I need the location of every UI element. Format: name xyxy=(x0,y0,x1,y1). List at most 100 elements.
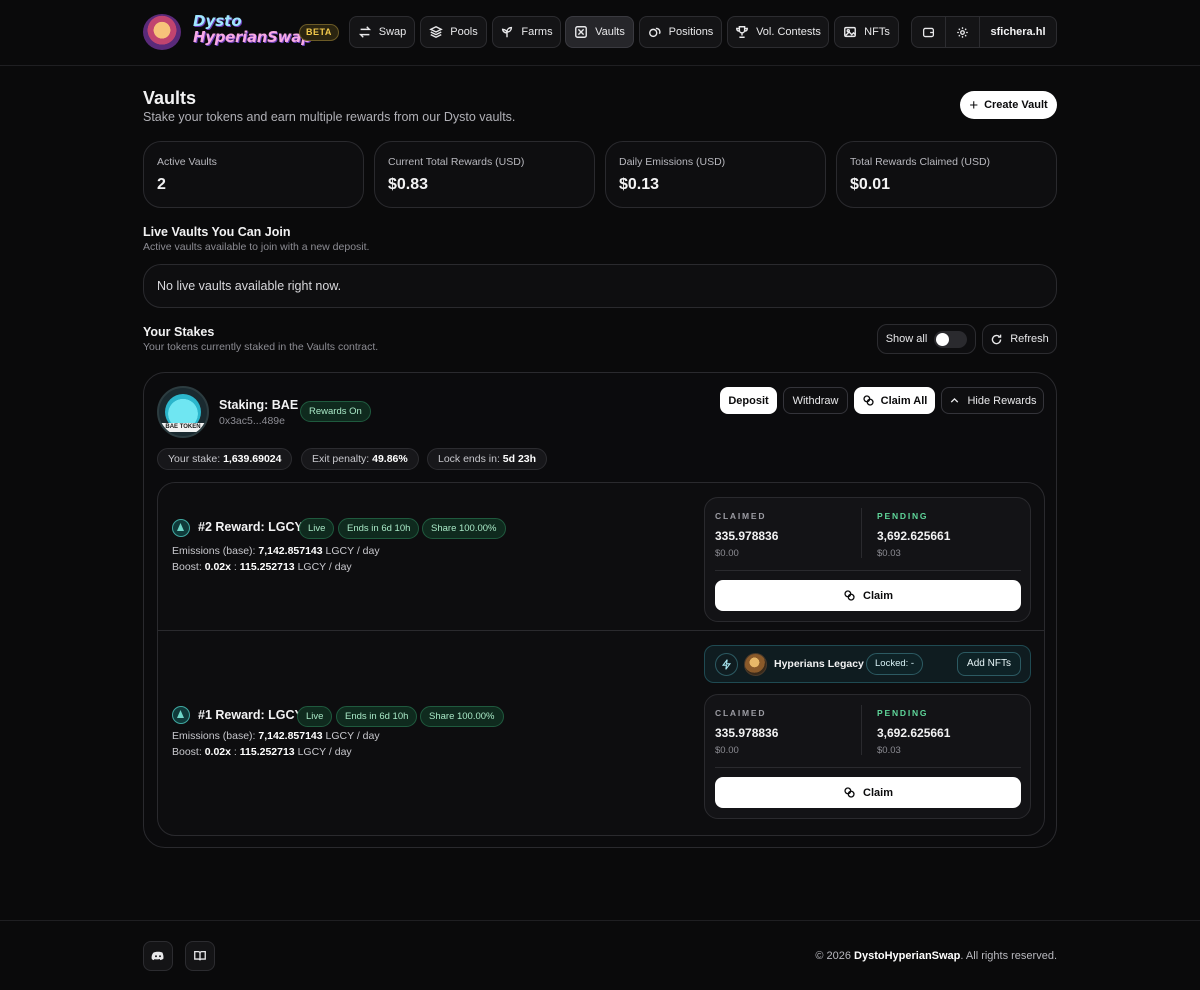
your-stakes-title: Your Stakes xyxy=(143,325,215,339)
boost-line: Boost: 0.02x : 115.252713 LGCY / day xyxy=(172,561,352,573)
create-vault-button[interactable]: + Create Vault xyxy=(960,91,1057,119)
nav-vol-contests[interactable]: Vol. Contests xyxy=(727,16,829,48)
emissions-value: 7,142.857143 xyxy=(258,545,323,557)
lightning-icon xyxy=(715,653,738,676)
docs-button[interactable] xyxy=(185,941,215,971)
pending-label: PENDING xyxy=(877,708,929,718)
footer: © 2026 DystoHyperianSwap. All rights res… xyxy=(0,920,1200,990)
claim-label: Claim xyxy=(863,786,893,799)
claim-button[interactable]: Claim xyxy=(715,580,1021,611)
claimed-usd: $0.00 xyxy=(715,548,739,559)
live-vaults-title: Live Vaults You Can Join xyxy=(143,225,291,239)
hide-rewards-label: Hide Rewards xyxy=(967,394,1037,407)
add-nfts-button[interactable]: Add NFTs xyxy=(957,652,1021,676)
pending-value: 3,692.625661 xyxy=(877,726,951,740)
wallet-button[interactable] xyxy=(912,17,946,47)
settings-button[interactable] xyxy=(946,17,980,47)
nav-positions-label: Positions xyxy=(668,26,714,38)
stat-card-total-claimed: Total Rewards Claimed (USD) $0.01 xyxy=(836,141,1057,208)
nav-farms[interactable]: Farms xyxy=(492,16,561,48)
rewards-on-badge: Rewards On xyxy=(300,401,371,422)
deposit-button[interactable]: Deposit xyxy=(720,387,777,414)
stat-card-current-rewards: Current Total Rewards (USD) $0.83 xyxy=(374,141,595,208)
stake-address[interactable]: 0x3ac5...489e xyxy=(219,415,285,427)
claim-button[interactable]: Claim xyxy=(715,777,1021,808)
share-badge: Share 100.00% xyxy=(422,518,506,539)
stat-value: $0.83 xyxy=(388,176,429,193)
nav-pools[interactable]: Pools xyxy=(420,16,487,48)
nav-positions[interactable]: Positions xyxy=(639,16,722,48)
coins-icon xyxy=(648,27,661,38)
discord-icon xyxy=(151,951,164,961)
refresh-label: Refresh xyxy=(1010,333,1049,345)
pending-value: 3,692.625661 xyxy=(877,529,951,543)
refresh-button[interactable]: Refresh xyxy=(982,324,1057,354)
reward-title: #2 Reward: LGCY xyxy=(198,520,303,534)
toggle-knob xyxy=(936,332,950,346)
your-stakes-subtitle: Your tokens currently staked in the Vaul… xyxy=(143,341,379,353)
claimed-usd: $0.00 xyxy=(715,745,739,756)
hide-rewards-button[interactable]: Hide Rewards xyxy=(941,387,1044,414)
page-subtitle: Stake your tokens and earn multiple rewa… xyxy=(143,110,516,124)
copyright-brand: DystoHyperianSwap xyxy=(854,950,961,962)
divider xyxy=(861,705,862,755)
emissions-unit: LGCY / day xyxy=(325,730,380,742)
withdraw-button[interactable]: Withdraw xyxy=(783,387,848,414)
claimed-label: CLAIMED xyxy=(715,511,767,521)
claim-panel: CLAIMED 335.978836 $0.00 PENDING 3,692.6… xyxy=(704,497,1031,622)
stat-label: Current Total Rewards (USD) xyxy=(388,156,525,168)
live-badge: Live xyxy=(299,518,335,539)
show-all-toggle[interactable]: Show all xyxy=(877,324,976,354)
boost-line: Boost: 0.02x : 115.252713 LGCY / day xyxy=(172,746,352,758)
account-group: sfichera.hl xyxy=(911,16,1057,48)
stake-label: Your stake: xyxy=(168,453,221,465)
brand-logo[interactable] xyxy=(143,14,181,50)
brand-line-1: Dysto xyxy=(193,12,242,30)
stat-card-daily-emissions: Daily Emissions (USD) $0.13 xyxy=(605,141,826,208)
copyright-suffix: . All rights reserved. xyxy=(960,950,1057,962)
live-vaults-empty: No live vaults available right now. xyxy=(143,264,1057,308)
account-name[interactable]: sfichera.hl xyxy=(980,17,1056,47)
boost-label: Boost: xyxy=(172,561,202,573)
nav-swap[interactable]: Swap xyxy=(349,16,415,48)
boost-value: 115.252713 xyxy=(239,746,295,758)
stat-label: Daily Emissions (USD) xyxy=(619,156,726,168)
top-nav: Dysto HyperianSwap BETA Swap Pools Farms… xyxy=(0,0,1200,66)
nav-nfts[interactable]: NFTs xyxy=(834,16,899,48)
pending-label: PENDING xyxy=(877,511,929,521)
stat-value: $0.01 xyxy=(850,176,891,193)
claim-all-button[interactable]: Claim All xyxy=(854,387,935,414)
coins-icon xyxy=(844,787,855,798)
lock-label: Lock ends in: xyxy=(438,453,500,465)
trophy-icon xyxy=(736,26,749,38)
wallet-icon xyxy=(922,27,935,37)
claim-all-label: Claim All xyxy=(880,394,928,407)
share-badge: Share 100.00% xyxy=(420,706,504,727)
claimed-value: 335.978836 xyxy=(715,529,779,543)
lgcy-token-icon xyxy=(172,706,190,724)
reward-row: #1 Reward: LGCY Live Ends in 6d 10h Shar… xyxy=(158,631,1044,835)
nav-vaults[interactable]: Vaults xyxy=(565,16,634,48)
claim-panel: CLAIMED 335.978836 $0.00 PENDING 3,692.6… xyxy=(704,694,1031,819)
divider xyxy=(715,570,1021,571)
pending-usd: $0.03 xyxy=(877,745,901,756)
toggle-switch[interactable] xyxy=(934,330,968,348)
rewards-list: #2 Reward: LGCY Live Ends in 6d 10h Shar… xyxy=(157,482,1045,836)
penalty-label: Exit penalty: xyxy=(312,453,370,465)
sprout-icon xyxy=(502,26,513,38)
token-tag: BAE TOKEN xyxy=(161,423,205,432)
locked-badge: Locked: - xyxy=(866,653,924,675)
page-title: Vaults xyxy=(143,88,197,108)
ends-badge: Ends in 6d 10h xyxy=(338,518,420,539)
boost-separator: : xyxy=(233,746,237,758)
lgcy-token-icon xyxy=(172,519,190,537)
bae-token-avatar: BAE TOKEN xyxy=(157,386,209,438)
emissions-line: Emissions (base): 7,142.857143 LGCY / da… xyxy=(172,730,380,742)
brand-wordmark[interactable]: Dysto HyperianSwap xyxy=(193,12,312,45)
show-all-label: Show all xyxy=(885,333,928,345)
boost-separator: : xyxy=(233,561,237,573)
nav-nfts-label: NFTs xyxy=(864,26,890,38)
discord-button[interactable] xyxy=(143,941,173,971)
coins-icon xyxy=(844,590,855,601)
coins-icon xyxy=(863,395,874,406)
